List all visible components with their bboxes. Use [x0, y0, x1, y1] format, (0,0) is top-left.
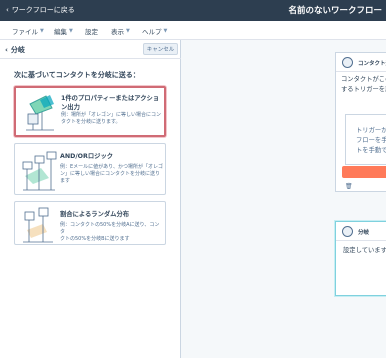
trigger-card[interactable]: コンタクト登 コンタクトがこの するトリガーを設 トリガーが フローを手 トを手… [335, 52, 386, 192]
menu-edit[interactable]: 編集 ▼ [54, 26, 73, 36]
single-branch-illustration-icon [26, 95, 54, 131]
trigger-card-header: コンタクト登 [336, 53, 386, 72]
branch-card[interactable]: 分岐 設定しています... [335, 221, 386, 296]
workflow-title[interactable]: 名前のないワークフロー [288, 4, 382, 16]
cancel-button[interactable]: キャンセル [143, 43, 178, 55]
option-desc-line: ン」に等しい場合にコンタクトを分岐に送り [60, 171, 161, 177]
option-single-property[interactable]: 1件のプロパティーまたはアクション出力 例：場所が「オレゴン」に等しい場合にコン… [14, 86, 166, 137]
panel-back-button[interactable]: ‹ 分岐 [5, 45, 25, 55]
trigger-info-line: トリガーが [356, 127, 386, 134]
panel-header: ‹ 分岐 キャンセル [0, 40, 181, 59]
caret-down-icon: ▼ [40, 28, 44, 34]
menu-bar: ファイル ▼ 編集 ▼ 設定 表示 ▼ ヘルプ ▼ [0, 21, 386, 40]
option-random-distribution[interactable]: 割合によるランダム分布 例：コンタクトの50%を分岐Aに送り、コンタ クトの50… [14, 201, 166, 245]
option-desc-line: ます [60, 178, 71, 184]
menu-view-label: 表示 [111, 28, 124, 36]
caret-down-icon: ▼ [69, 28, 73, 34]
panel-title: 分岐 [10, 46, 25, 54]
caret-down-icon: ▼ [126, 28, 130, 34]
menu-settings-label: 設定 [85, 28, 98, 36]
option-desc-line: タクトを分岐に送ります。 [61, 119, 121, 125]
branch-panel: ‹ 分岐 キャンセル 次に基づいてコンタクトを分岐に送る： 1件のプロパティーま… [0, 40, 181, 358]
menu-edit-label: 編集 [54, 28, 67, 36]
menu-settings[interactable]: 設定 [85, 26, 98, 36]
back-link-label: ワークフローに戻る [11, 6, 75, 14]
branch-card-header: 分岐 [336, 222, 386, 241]
option-desc-line: 例：コンタクトの50%を分岐Aに送り、コンタ [60, 222, 160, 235]
option-description: 例：コンタクトの50%を分岐Aに送り、コンタ クトの50%を分岐Bに送ります [60, 222, 164, 243]
contact-icon [342, 57, 353, 68]
option-desc-line: 例：場所が「オレゴン」に等しい場合にコン [61, 112, 162, 118]
trigger-info-line: トを手動で [356, 147, 386, 154]
option-desc-line: クトの50%を分岐Bに送ります [60, 236, 130, 242]
branch-card-title: 分岐 [358, 230, 370, 236]
top-bar: ‹ ワークフローに戻る 名前のないワークフロー [0, 0, 386, 21]
trigger-info-box: トリガーが フローを手 トを手動で [345, 114, 386, 165]
option-and-or-logic[interactable]: AND/ORロジック 例：Eメールに値があり、かつ場所が「オレゴ ン」に等しい場… [14, 143, 166, 195]
option-description: 例：場所が「オレゴン」に等しい場合にコン タクトを分岐に送ります。 [61, 112, 165, 126]
branch-question: 次に基づいてコンタクトを分岐に送る： [14, 71, 140, 79]
option-title: 割合によるランダム分布 [60, 211, 130, 218]
chevron-left-icon: ‹ [5, 46, 8, 54]
menu-help-label: ヘルプ [142, 28, 162, 36]
menu-file-label: ファイル [12, 28, 38, 36]
random-split-illustration-icon [23, 207, 53, 243]
trigger-action-button[interactable] [342, 166, 386, 178]
menu-help[interactable]: ヘルプ ▼ [142, 26, 167, 36]
branch-card-status: 設定しています... [343, 247, 386, 254]
trigger-text-line: コンタクトがこの [341, 76, 386, 83]
trigger-text-line: するトリガーを設 [341, 86, 386, 93]
back-to-workflows-link[interactable]: ‹ ワークフローに戻る [6, 5, 75, 15]
branch-icon [342, 226, 353, 237]
caret-down-icon: ▼ [163, 28, 168, 34]
menu-view[interactable]: 表示 ▼ [111, 26, 130, 36]
trigger-info-text: トリガーが フローを手 トを手動で [356, 126, 386, 156]
trigger-info-line: フローを手 [356, 137, 386, 144]
option-description: 例：Eメールに値があり、かつ場所が「オレゴ ン」に等しい場合にコンタクトを分岐に… [60, 164, 164, 185]
option-desc-line: 例：Eメールに値があり、かつ場所が「オレゴ [60, 164, 163, 170]
option-title: AND/ORロジック [60, 153, 114, 160]
trash-icon[interactable]: 🗑 [345, 183, 353, 190]
and-or-branch-illustration-icon [22, 151, 57, 191]
chevron-left-icon: ‹ [6, 6, 9, 14]
trigger-card-title: コンタクト登 [358, 61, 386, 67]
option-title: 1件のプロパティーまたはアクション出力 [61, 95, 160, 111]
menu-file[interactable]: ファイル ▼ [12, 26, 44, 36]
trigger-card-text: コンタクトがこの するトリガーを設 [341, 75, 386, 95]
